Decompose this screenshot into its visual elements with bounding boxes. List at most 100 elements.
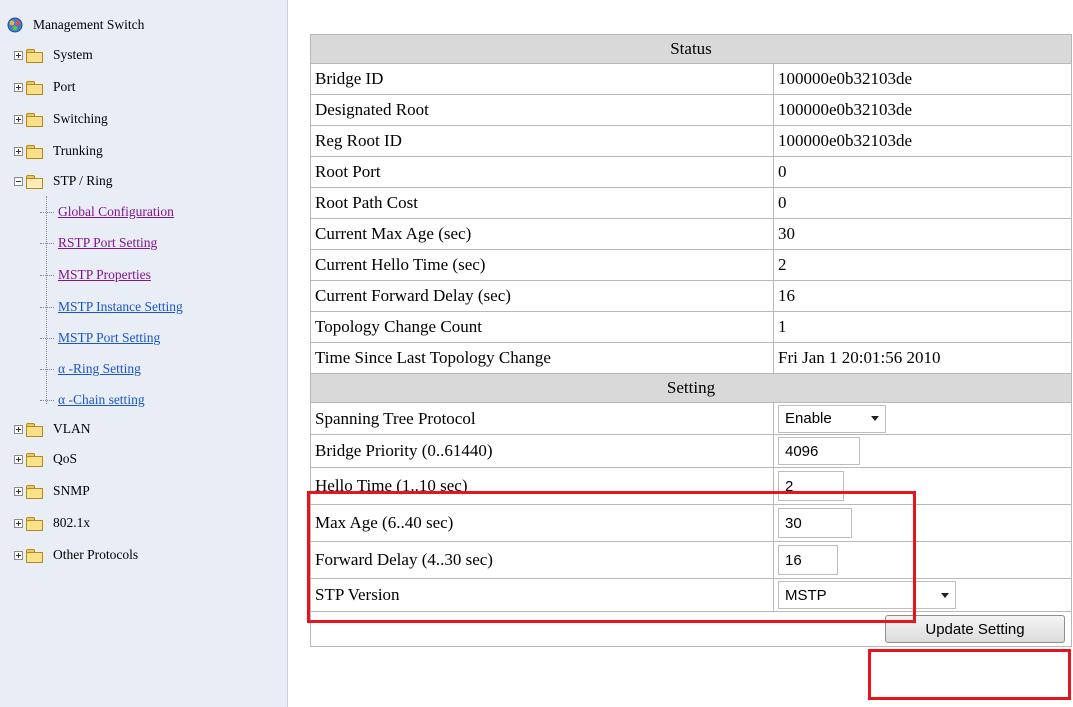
hello-time-input[interactable]: 2 — [778, 471, 844, 501]
setting-row-max-age: Max Age (6..40 sec) 30 — [310, 504, 1072, 542]
tree-node-snmp[interactable]: SNMP — [14, 481, 90, 501]
folder-icon — [26, 548, 43, 563]
folder-icon — [26, 112, 43, 127]
tree-node-label: 802.1x — [53, 515, 91, 530]
tree-root-label: Management Switch — [33, 17, 145, 32]
status-value: 2 — [773, 249, 1072, 281]
status-row-current-forward-delay: Current Forward Delay (sec) 16 — [310, 280, 1072, 312]
highlight-update-button — [868, 649, 1071, 700]
expand-plus-icon[interactable] — [14, 454, 23, 464]
setting-label: Hello Time (1..10 sec) — [310, 467, 774, 505]
folder-icon — [26, 48, 43, 63]
tree-node-8021x[interactable]: 802.1x — [14, 513, 90, 533]
forward-delay-input[interactable]: 16 — [778, 545, 838, 575]
expand-plus-icon[interactable] — [14, 424, 23, 434]
status-row-designated-root: Designated Root 100000e0b32103de — [310, 94, 1072, 126]
setting-row-forward-delay: Forward Delay (4..30 sec) 16 — [310, 541, 1072, 579]
status-value: Fri Jan 1 20:01:56 2010 — [773, 342, 1072, 374]
tree-link-global-configuration[interactable]: Global Configuration — [40, 202, 174, 222]
tree-node-vlan[interactable]: VLAN — [14, 419, 91, 439]
link-mstp-port-setting[interactable]: MSTP Port Setting — [58, 330, 160, 346]
link-global-configuration[interactable]: Global Configuration — [58, 204, 174, 220]
tree-link-rstp-port-setting[interactable]: RSTP Port Setting — [40, 233, 157, 253]
status-value: 100000e0b32103de — [773, 125, 1072, 157]
stp-version-select[interactable]: MSTP — [778, 581, 956, 609]
bridge-priority-input[interactable]: 4096 — [778, 437, 860, 465]
expand-plus-icon[interactable] — [14, 550, 23, 560]
expand-plus-icon[interactable] — [14, 50, 23, 60]
status-value: 16 — [773, 280, 1072, 312]
tree-node-label: Other Protocols — [53, 547, 139, 562]
folder-icon — [26, 452, 43, 467]
tree-node-label: Port — [53, 79, 76, 94]
expand-plus-icon[interactable] — [14, 518, 23, 528]
tree-link-ring-setting[interactable]: α -Ring Setting — [40, 359, 141, 379]
folder-icon — [26, 422, 43, 437]
setting-row-update: Update Setting — [310, 611, 1072, 647]
status-label: Reg Root ID — [310, 125, 774, 157]
status-value: 100000e0b32103de — [773, 63, 1072, 95]
tree-link-chain-setting[interactable]: α -Chain setting — [40, 390, 145, 410]
tree-node-label: Switching — [53, 111, 108, 126]
tree-root[interactable]: Management Switch — [6, 15, 144, 35]
expand-plus-icon[interactable] — [14, 82, 23, 92]
expand-plus-icon[interactable] — [14, 114, 23, 124]
tree-node-system[interactable]: System — [14, 45, 93, 65]
update-setting-button[interactable]: Update Setting — [885, 615, 1065, 643]
tree-link-mstp-port-setting[interactable]: MSTP Port Setting — [40, 328, 160, 348]
tree-node-qos[interactable]: QoS — [14, 449, 77, 469]
stp-table: Status Bridge ID 100000e0b32103de Design… — [310, 34, 1072, 647]
max-age-input[interactable]: 30 — [778, 508, 852, 538]
collapse-minus-icon[interactable] — [14, 176, 23, 186]
link-mstp-properties[interactable]: MSTP Properties — [58, 267, 151, 283]
status-row-bridge-id: Bridge ID 100000e0b32103de — [310, 63, 1072, 95]
stp-version-value: MSTP — [785, 586, 827, 604]
dropdown-caret-icon — [871, 416, 879, 421]
setting-label: Forward Delay (4..30 sec) — [310, 541, 774, 579]
status-label: Current Forward Delay (sec) — [310, 280, 774, 312]
dropdown-caret-icon — [941, 592, 949, 598]
link-chain-setting[interactable]: α -Chain setting — [58, 392, 145, 408]
expand-plus-icon[interactable] — [14, 146, 23, 156]
tree-node-label: Trunking — [53, 143, 103, 158]
folder-icon — [26, 80, 43, 95]
tree-node-switching[interactable]: Switching — [14, 109, 108, 129]
status-row-current-hello-time: Current Hello Time (sec) 2 — [310, 249, 1072, 281]
status-value: 1 — [773, 311, 1072, 343]
status-label: Designated Root — [310, 94, 774, 126]
folder-icon — [26, 484, 43, 499]
tree-node-other-protocols[interactable]: Other Protocols — [14, 545, 138, 565]
setting-label: STP Version — [310, 578, 774, 612]
status-label: Time Since Last Topology Change — [310, 342, 774, 374]
tree-node-trunking[interactable]: Trunking — [14, 141, 103, 161]
tree-node-label: VLAN — [53, 421, 91, 436]
setting-label: Max Age (6..40 sec) — [310, 504, 774, 542]
status-header: Status — [310, 34, 1072, 64]
tree-node-label: STP / Ring — [53, 173, 113, 188]
tree-node-port[interactable]: Port — [14, 77, 76, 97]
tree-node-label: SNMP — [53, 483, 90, 498]
tree-link-mstp-properties[interactable]: MSTP Properties — [40, 265, 151, 285]
stp-enable-select[interactable]: Enable — [778, 404, 886, 433]
status-value: 30 — [773, 218, 1072, 250]
expand-plus-icon[interactable] — [14, 486, 23, 496]
stp-enable-value: Enable — [785, 410, 832, 427]
tree-node-stp-ring[interactable]: STP / Ring — [14, 171, 113, 191]
status-label: Current Hello Time (sec) — [310, 249, 774, 281]
status-row-time-since-topology-change: Time Since Last Topology Change Fri Jan … — [310, 342, 1072, 374]
status-row-root-port: Root Port 0 — [310, 156, 1072, 188]
status-row-topology-change-count: Topology Change Count 1 — [310, 311, 1072, 343]
link-rstp-port-setting[interactable]: RSTP Port Setting — [58, 235, 157, 251]
link-mstp-instance-setting[interactable]: MSTP Instance Setting — [58, 299, 183, 315]
link-ring-setting[interactable]: α -Ring Setting — [58, 361, 141, 377]
status-label: Root Path Cost — [310, 187, 774, 219]
setting-label: Spanning Tree Protocol — [310, 402, 774, 435]
status-value: 0 — [773, 156, 1072, 188]
setting-header-row: Setting — [310, 373, 1072, 403]
status-row-current-max-age: Current Max Age (sec) 30 — [310, 218, 1072, 250]
tree-link-mstp-instance-setting[interactable]: MSTP Instance Setting — [40, 297, 183, 317]
setting-row-stp: Spanning Tree Protocol Enable — [310, 402, 1072, 435]
status-header-row: Status — [310, 34, 1072, 64]
status-label: Topology Change Count — [310, 311, 774, 343]
status-label: Bridge ID — [310, 63, 774, 95]
